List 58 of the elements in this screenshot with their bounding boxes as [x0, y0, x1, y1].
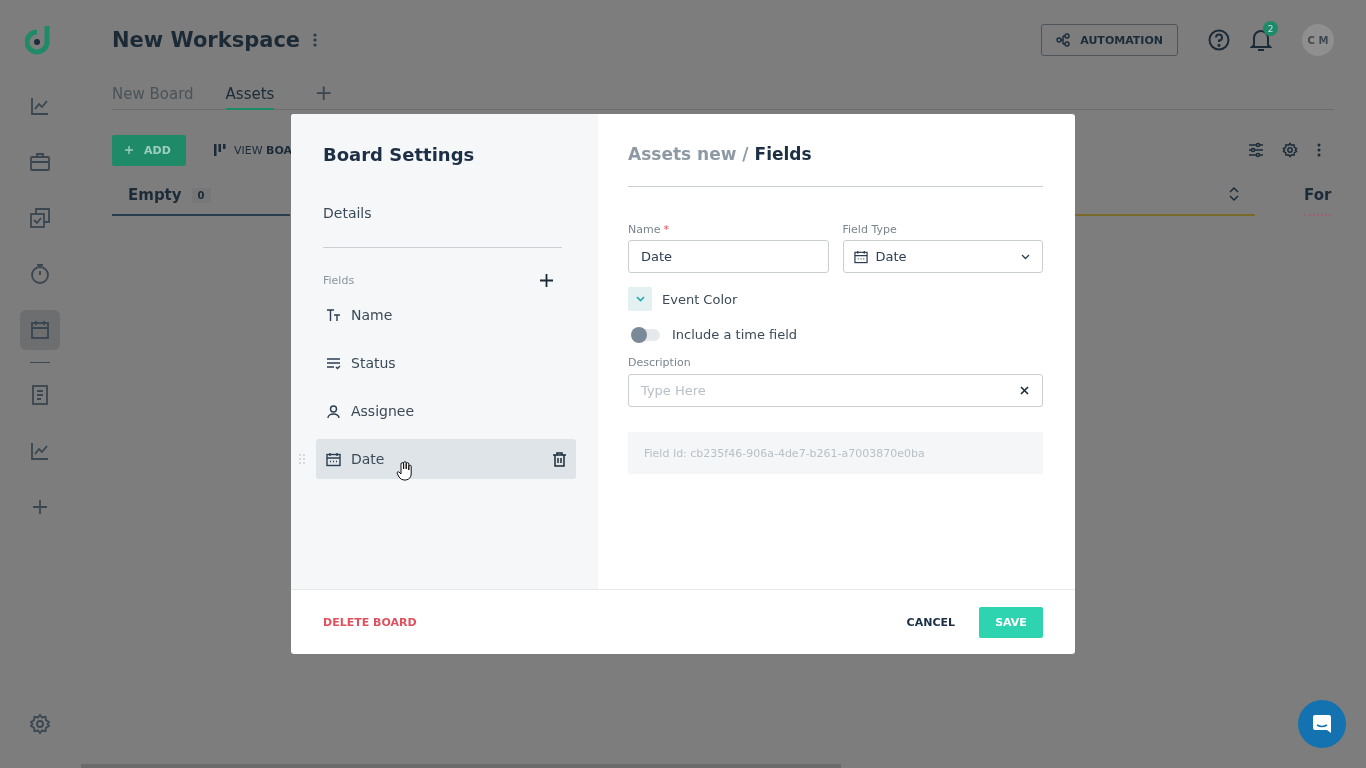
required-mark: *: [663, 223, 669, 236]
workspace-title: New Workspace: [112, 28, 301, 52]
plus-icon: [124, 145, 134, 155]
chevron-down-icon: [1021, 253, 1030, 260]
field-id-text: Field Id: cb235f46-906a-4de7-b261-a7003870e0ba: [644, 446, 925, 460]
column-title: Empty: [128, 186, 182, 204]
notification-count: 2: [1263, 21, 1278, 36]
field-item[interactable]: Status: [316, 343, 576, 383]
chat-icon: [1312, 714, 1332, 734]
field-label: Field Type: [842, 223, 898, 236]
fields-label: Fields: [323, 274, 355, 287]
time-field-switch[interactable]: [632, 328, 660, 341]
details-link[interactable]: Details: [323, 205, 562, 221]
list-check-icon: [326, 355, 341, 371]
nodes-icon: [1056, 33, 1071, 47]
delete-board-button[interactable]: DELETE BOARD: [323, 615, 417, 629]
name-input[interactable]: Date: [628, 240, 829, 273]
user-avatar[interactable]: C M: [1302, 24, 1334, 56]
event-color-label: Event Color: [662, 291, 738, 307]
description-input[interactable]: Type Here: [628, 374, 1043, 407]
hand-cursor-icon: [396, 461, 412, 481]
dialog-title: Board Settings: [323, 144, 476, 165]
time-field-label: Include a time field: [672, 327, 798, 342]
field-label: Name: [628, 223, 661, 236]
board-tab[interactable]: Assets: [225, 80, 275, 110]
view-board-button[interactable]: VIEW BOA: [214, 143, 293, 157]
breadcrumb-parent[interactable]: Assets new /: [628, 144, 749, 164]
add-button[interactable]: ADD: [112, 134, 186, 166]
delete-icon[interactable]: [553, 451, 566, 467]
chevron-icon: [635, 296, 645, 302]
settings-icon[interactable]: [1282, 142, 1298, 158]
add-field-icon[interactable]: [540, 274, 553, 287]
field-item[interactable]: Date: [316, 439, 576, 479]
person-icon: [326, 403, 341, 419]
field-item[interactable]: Name: [316, 295, 576, 335]
filter-icon[interactable]: [1248, 142, 1264, 158]
add-tab-button[interactable]: +: [306, 80, 333, 109]
clear-icon[interactable]: [1020, 386, 1029, 395]
column-count: 0: [191, 187, 211, 203]
field-type-select[interactable]: Date: [842, 240, 1043, 273]
cancel-button[interactable]: CANCEL: [906, 615, 955, 629]
breadcrumb-current: Fields: [754, 144, 812, 164]
chat-button[interactable]: [1298, 700, 1346, 748]
sort-icon[interactable]: [1229, 186, 1239, 202]
text-type-icon: [326, 307, 341, 323]
more-icon[interactable]: [312, 32, 319, 48]
calendar-icon: [326, 451, 341, 467]
column-title: For: [1304, 186, 1332, 204]
field-item[interactable]: Assignee: [316, 391, 576, 431]
field-label: Description: [628, 356, 692, 369]
automation-button[interactable]: AUTOMATION: [1041, 24, 1178, 56]
calendar-icon[interactable]: [20, 310, 60, 350]
calendar-icon: [853, 249, 868, 264]
expand-toggle[interactable]: [628, 287, 652, 311]
drag-handle-icon[interactable]: [299, 453, 305, 465]
help-icon[interactable]: [1208, 29, 1230, 51]
columns-icon: [214, 144, 226, 156]
more-icon[interactable]: [1316, 142, 1322, 158]
